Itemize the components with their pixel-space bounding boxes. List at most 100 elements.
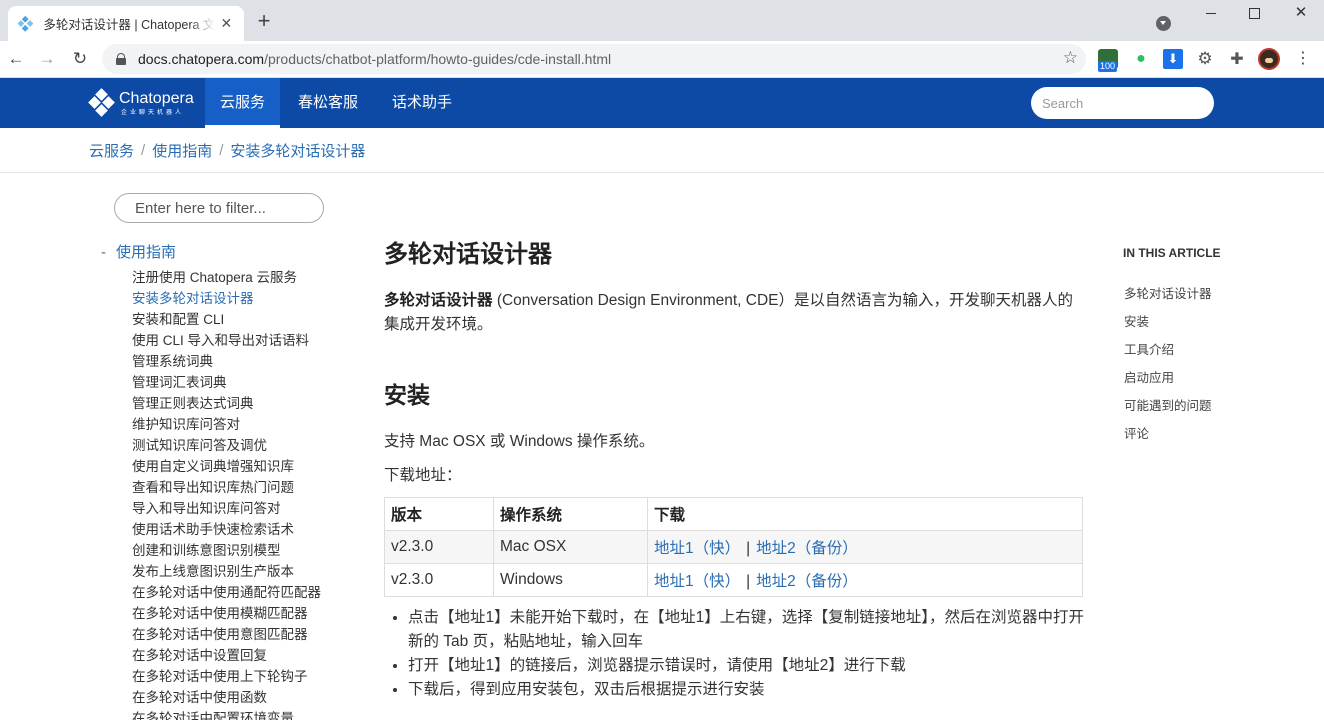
download-table: 版本 操作系统 下载 v2.3.0 Mac OSX 地址1（快） | 地址2（备份）… [384, 497, 1083, 597]
sidebar-group-guides[interactable]: - 使用指南 [101, 241, 176, 262]
logo-mark-icon [88, 88, 116, 117]
sidebar-item[interactable]: 导入和导出知识库问答对 [132, 498, 321, 519]
list-item: 下载后，得到应用安装包，双击后根据提示进行安装 [408, 678, 1084, 702]
maximize-icon[interactable] [1242, 4, 1266, 22]
download-label: 下载地址： [384, 467, 462, 484]
sidebar-filter-input[interactable] [114, 193, 324, 223]
sidebar-item[interactable]: 在多轮对话中使用模糊匹配器 [132, 603, 321, 624]
settings-extension-icon[interactable]: ⚙ [1195, 49, 1215, 69]
reload-icon[interactable]: ↻ [70, 49, 90, 69]
sidebar-item[interactable]: 使用 CLI 导入和导出对话语料 [132, 330, 321, 351]
table-row: v2.3.0 Windows 地址1（快） | 地址2（备份） [384, 563, 1083, 597]
evernote-extension-icon[interactable]: ● [1131, 49, 1151, 69]
breadcrumb-separator: / [219, 141, 224, 159]
cell-download: 地址1（快） | 地址2（备份） [647, 563, 1083, 597]
list-item: 点击【地址1】未能开始下载时，在【地址1】上右键，选择【复制链接地址】，然后在浏… [408, 606, 1084, 654]
toc-item[interactable]: 评论 [1124, 420, 1212, 448]
os-support-text: 支持 Mac OSX 或 Windows 操作系统。 [384, 433, 655, 450]
download-link-backup[interactable]: 地址2（备份） [756, 573, 858, 590]
puzzle-extensions-icon[interactable]: ✚ [1227, 49, 1247, 69]
sidebar-item[interactable]: 查看和导出知识库热门问题 [132, 477, 321, 498]
link-separator: | [746, 573, 751, 590]
browser-menu-icon[interactable]: ⋮ [1295, 49, 1311, 69]
sidebar-item[interactable]: 管理正则表达式词典 [132, 393, 321, 414]
sidebar-item[interactable]: 在多轮对话中使用函数 [132, 687, 321, 708]
collapse-dash-icon: - [101, 244, 106, 261]
site-search-input[interactable] [1031, 87, 1214, 119]
download-extension-icon[interactable]: ⬇ [1163, 49, 1183, 69]
extension-counter-icon[interactable]: 100 [1098, 49, 1118, 72]
table-header-row: 版本 操作系统 下载 [384, 497, 1083, 531]
sidebar-item-current[interactable]: 安装多轮对话设计器 [132, 288, 321, 309]
profile-avatar[interactable] [1258, 48, 1280, 70]
lock-icon[interactable] [116, 53, 126, 65]
download-link-primary[interactable]: 地址1（快） [654, 573, 740, 590]
minimize-icon[interactable] [1199, 4, 1223, 22]
tab-title: 多轮对话设计器 | Chatopera 文档中心 [43, 18, 215, 32]
sidebar-item[interactable]: 注册使用 Chatopera 云服务 [132, 267, 321, 288]
download-link-backup[interactable]: 地址2（备份） [756, 540, 858, 557]
article: 多轮对话设计器 多轮对话设计器 (Conversation Design Env… [384, 235, 1084, 702]
sidebar-item[interactable]: 使用自定义词典增强知识库 [132, 456, 321, 477]
sidebar-item[interactable]: 在多轮对话中配置环境变量 [132, 708, 321, 720]
sidebar-item[interactable]: 在多轮对话中设置回复 [132, 645, 321, 666]
sidebar-item[interactable]: 在多轮对话中使用意图匹配器 [132, 624, 321, 645]
breadcrumb-current[interactable]: 安装多轮对话设计器 [230, 140, 365, 161]
toc-title: IN THIS ARTICLE [1123, 246, 1221, 260]
toc-item[interactable]: 启动应用 [1124, 364, 1212, 392]
sidebar-item[interactable]: 安装和配置 CLI [132, 309, 321, 330]
chatopera-favicon-icon [18, 15, 34, 32]
nav-cskefu[interactable]: 春松客服 [283, 78, 373, 128]
article-intro: 多轮对话设计器 (Conversation Design Environment… [384, 289, 1084, 337]
sidebar-item[interactable]: 管理系统词典 [132, 351, 321, 372]
sidebar-item[interactable]: 在多轮对话中使用通配符匹配器 [132, 582, 321, 603]
breadcrumb-cloud-service[interactable]: 云服务 [89, 140, 134, 161]
table-header-version: 版本 [384, 497, 494, 531]
tab-search-icon[interactable] [1156, 16, 1171, 31]
browser-tabstrip: 多轮对话设计器 | Chatopera 文档中心 ✕ + ✕ [0, 0, 1324, 41]
sidebar-item[interactable]: 创建和训练意图识别模型 [132, 540, 321, 561]
install-heading: 安装 [384, 382, 430, 408]
table-header-os: 操作系统 [493, 497, 648, 531]
download-link-primary[interactable]: 地址1（快） [654, 540, 740, 557]
nav-cloud-service[interactable]: 云服务 [205, 78, 281, 128]
intro-bold-term: 多轮对话设计器 [384, 292, 493, 309]
browser-tab[interactable]: 多轮对话设计器 | Chatopera 文档中心 ✕ [8, 6, 244, 41]
chatopera-logo[interactable]: Chatopera 企业聊天机器人 [88, 87, 194, 119]
sidebar-item[interactable]: 维护知识库问答对 [132, 414, 321, 435]
address-bar[interactable]: docs.chatopera.com/products/chatbot-plat… [102, 44, 1086, 74]
url-host: docs.chatopera.com [138, 51, 265, 67]
bookmark-star-icon[interactable]: ☆ [1063, 48, 1078, 68]
toc-item[interactable]: 安装 [1124, 308, 1212, 336]
extension-badge: 100 [1098, 61, 1118, 72]
sidebar-item[interactable]: 在多轮对话中使用上下轮钩子 [132, 666, 321, 687]
table-header-download: 下载 [647, 497, 1083, 531]
new-tab-icon[interactable]: + [253, 10, 275, 33]
toc-item[interactable]: 可能遇到的问题 [1124, 392, 1212, 420]
sidebar-item[interactable]: 发布上线意图识别生产版本 [132, 561, 321, 582]
cell-version: v2.3.0 [384, 530, 494, 564]
cell-os: Mac OSX [493, 530, 648, 564]
toc-item[interactable]: 多轮对话设计器 [1124, 280, 1212, 308]
forward-arrow-icon[interactable]: → [37, 49, 57, 69]
cell-version: v2.3.0 [384, 563, 494, 597]
back-arrow-icon[interactable]: ← [6, 49, 26, 69]
page-title: 多轮对话设计器 [384, 241, 552, 268]
sidebar-list: 注册使用 Chatopera 云服务 安装多轮对话设计器 安装和配置 CLI 使… [132, 267, 321, 720]
window-close-icon[interactable]: ✕ [1289, 4, 1313, 22]
browser-toolbar: ← → ↻ docs.chatopera.com/products/chatbo… [0, 41, 1324, 78]
install-notes: 点击【地址1】未能开始下载时，在【地址1】上右键，选择【复制链接地址】，然后在浏… [384, 606, 1084, 702]
nav-script-assistant[interactable]: 话术助手 [377, 78, 467, 128]
logo-subtitle: 企业聊天机器人 [121, 110, 185, 116]
sidebar-group-label: 使用指南 [116, 244, 177, 261]
toc-item[interactable]: 工具介绍 [1124, 336, 1212, 364]
sidebar-item[interactable]: 管理词汇表词典 [132, 372, 321, 393]
sidebar-item[interactable]: 使用话术助手快速检索话术 [132, 519, 321, 540]
site-header: Chatopera 企业聊天机器人 云服务 春松客服 话术助手 [0, 78, 1324, 128]
close-tab-icon[interactable]: ✕ [219, 15, 234, 32]
link-separator: | [746, 540, 751, 557]
breadcrumb-guides[interactable]: 使用指南 [152, 140, 212, 161]
cell-download: 地址1（快） | 地址2（备份） [647, 530, 1083, 564]
url-path: /products/chatbot-platform/howto-guides/… [264, 51, 612, 67]
sidebar-item[interactable]: 测试知识库问答及调优 [132, 435, 321, 456]
